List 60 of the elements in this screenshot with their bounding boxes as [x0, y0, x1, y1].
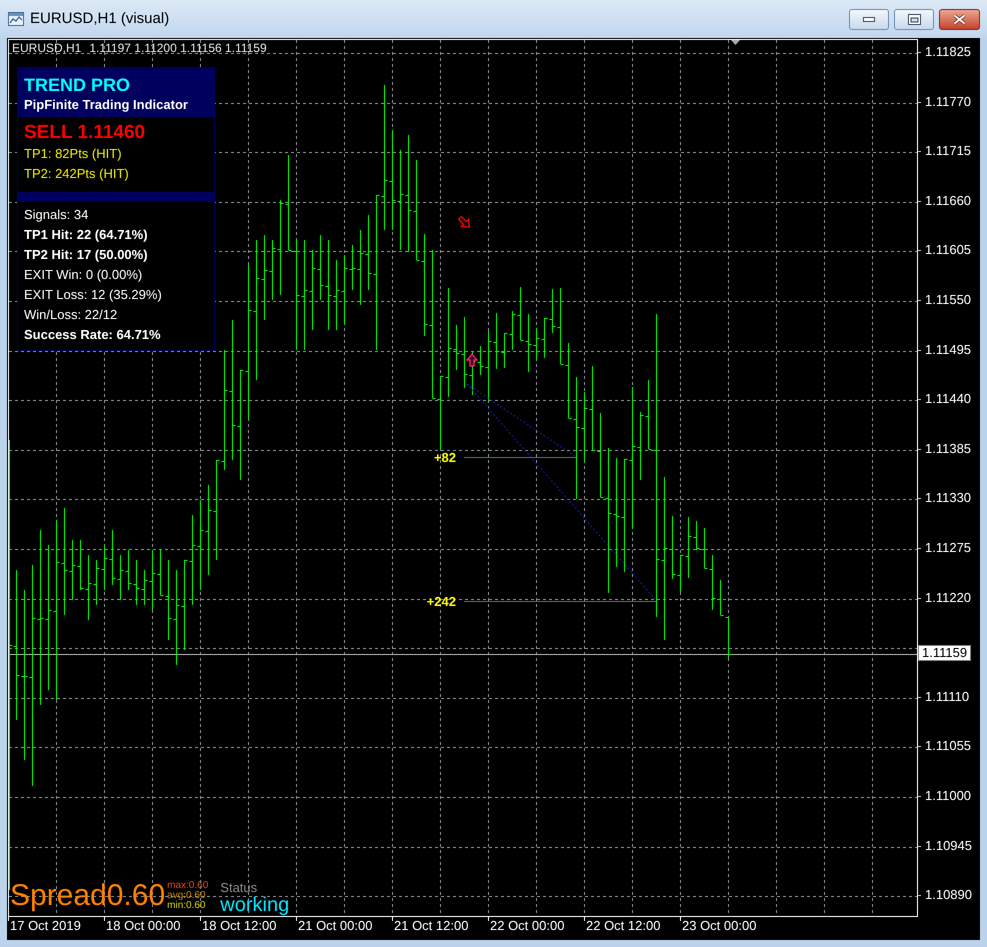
- price-axis-label: 1.11825: [925, 44, 972, 60]
- spread-stat: min:0.60: [167, 901, 206, 911]
- price-axis-label: 1.11440: [925, 391, 972, 407]
- stat-text: Signals: 34: [24, 206, 90, 224]
- chart-symbol: EURUSD,H1: [12, 41, 82, 55]
- stat-text: EXIT Win: 0 (0.00%): [24, 266, 144, 284]
- chart-shift-marker-icon: [731, 40, 740, 45]
- minimize-icon: [863, 16, 875, 22]
- chart-ohlc-values: 1.11197 1.11200 1.11156 1.11159: [89, 41, 267, 55]
- time-axis-label: 18 Oct 12:00: [202, 917, 276, 935]
- target-label: +242: [426, 595, 456, 608]
- price-axis-label: 1.11330: [925, 490, 972, 506]
- target-text: TP1: 82Pts (HIT): [24, 145, 123, 163]
- price-axis-label: 1.11385: [925, 441, 972, 457]
- up-arrow-icon: [466, 353, 478, 367]
- status-value: working: [220, 895, 290, 915]
- price-axis-label: 1.11000: [925, 788, 972, 804]
- time-axis-label: 23 Oct 00:00: [682, 917, 756, 935]
- maximize-button[interactable]: [894, 8, 934, 30]
- price-axis-label: 1.11605: [925, 242, 972, 258]
- close-icon: [953, 14, 966, 24]
- spread-stat: avg:0.60: [167, 891, 207, 901]
- stat-text: Success Rate: 64.71%: [24, 326, 162, 344]
- spread-label: Spread: [10, 881, 107, 911]
- price-axis-label: 1.11055: [925, 738, 972, 754]
- price-axis-label: 1.11550: [925, 292, 972, 308]
- time-axis-label: 21 Oct 12:00: [394, 917, 468, 935]
- price-axis-label: 1.11495: [925, 342, 972, 358]
- stat-text: Win/Loss: 22/12: [24, 306, 118, 324]
- price-axis-label: 1.11220: [925, 590, 972, 606]
- price-axis-label: 1.11715: [925, 143, 972, 159]
- price-axis-label: 1.10945: [925, 838, 972, 854]
- time-axis-label: 22 Oct 00:00: [490, 917, 564, 935]
- minimize-button[interactable]: [849, 8, 889, 30]
- price-axis-label: 1.11770: [925, 94, 972, 110]
- stat-text: EXIT Loss: 12 (35.29%): [24, 286, 163, 304]
- window-title: EURUSD,H1 (visual): [30, 10, 170, 28]
- panel-title: TREND PRO: [24, 75, 132, 96]
- price-axis-label: 1.11110: [925, 689, 970, 705]
- signal-text: SELL 1.11460: [24, 122, 146, 144]
- time-axis-label: 22 Oct 12:00: [586, 917, 660, 935]
- time-axis-label: 18 Oct 00:00: [106, 917, 180, 935]
- price-axis-label: 1.11660: [925, 193, 972, 209]
- spread-value: 0.60: [106, 881, 166, 911]
- target-text: TP2: 242Pts (HIT): [24, 165, 130, 183]
- current-price-label: 1.11159: [918, 645, 972, 661]
- stat-text: TP2 Hit: 17 (50.00%): [24, 246, 149, 264]
- status-label: Status: [220, 881, 258, 895]
- sell-arrow-icon: [458, 216, 470, 228]
- close-button[interactable]: [939, 8, 980, 30]
- stat-text: TP1 Hit: 22 (64.71%): [24, 226, 149, 244]
- panel-subtitle: PipFinite Trading Indicator: [24, 96, 189, 113]
- spread-stat: max:0.60: [167, 881, 208, 891]
- target-label: +82: [434, 451, 456, 464]
- chart-window-icon: [8, 11, 24, 27]
- price-axis-label: 1.11275: [925, 540, 972, 556]
- price-axis-label: 1.10890: [925, 887, 972, 903]
- time-axis-label: 21 Oct 00:00: [298, 917, 372, 935]
- time-axis-label: 17 Oct 2019: [10, 917, 81, 935]
- maximize-icon: [908, 14, 920, 24]
